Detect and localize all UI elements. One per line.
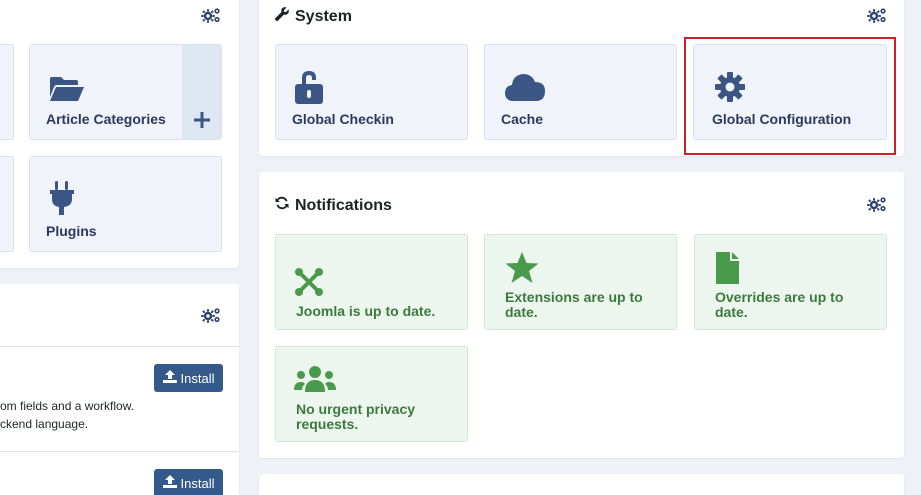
sample-data-description: om fields and a workflow. (0, 399, 135, 413)
users-icon (294, 365, 336, 398)
label-line: Joomla is up to date. (296, 303, 436, 319)
global-checkin-tile[interactable]: Global Checkin (275, 44, 468, 140)
highlight-box (684, 37, 896, 155)
system-title-text: System (295, 7, 352, 25)
plugins-label: Plugins (46, 223, 97, 239)
panel-options-gear-icon[interactable] (200, 6, 222, 24)
notifications-title: Notifications (274, 195, 392, 216)
divider (0, 451, 239, 452)
system-title: System (274, 6, 352, 27)
folder-open-icon (48, 75, 86, 108)
cache-label: Cache (501, 111, 544, 127)
panel-options-gear-icon[interactable] (200, 306, 222, 324)
cloud-icon (504, 72, 546, 107)
star-icon (504, 251, 540, 290)
sample-data-description: ckend language. (0, 417, 89, 431)
label-line: date. (715, 304, 748, 320)
overrides-update-tile[interactable]: Overrides are up to date. (694, 234, 887, 330)
plus-icon (193, 111, 211, 129)
install-button[interactable]: Install (154, 469, 223, 495)
install-button[interactable]: Install (154, 364, 223, 392)
install-label: Install (180, 475, 215, 491)
file-icon (715, 251, 739, 290)
overrides-update-label: Overrides are up to date. (715, 290, 843, 320)
upload-icon (162, 370, 177, 386)
notifications-title-text: Notifications (295, 196, 392, 214)
article-categories-tile[interactable]: Article Categories (29, 44, 222, 140)
global-checkin-label: Global Checkin (292, 111, 394, 127)
extensions-update-label: Extensions are up to date. (505, 290, 643, 320)
label-line: requests. (296, 416, 359, 432)
refresh-icon (274, 195, 290, 216)
panel-options-gear-icon[interactable] (866, 6, 888, 24)
install-label: Install (180, 370, 215, 386)
panel-options-gear-icon[interactable] (866, 195, 888, 213)
wrench-icon (274, 6, 290, 27)
plugins-tile[interactable]: Plugins (29, 156, 222, 252)
label-line: date. (505, 304, 538, 320)
divider (0, 346, 239, 347)
joomla-update-tile[interactable]: Joomla is up to date. (275, 234, 468, 330)
lock-open-icon (294, 69, 326, 110)
page: Article Categories Plugins Install om fi… (0, 0, 921, 495)
extensions-update-tile[interactable]: Extensions are up to date. (484, 234, 677, 330)
joomla-icon (294, 267, 324, 302)
partial-tile-2[interactable] (0, 156, 14, 252)
joomla-update-label: Joomla is up to date. (296, 304, 435, 319)
privacy-requests-label: No urgent privacy requests. (296, 402, 415, 432)
bottom-panel (259, 474, 904, 495)
add-category-button[interactable] (182, 45, 221, 139)
label-line: No urgent privacy (296, 401, 416, 417)
cache-tile[interactable]: Cache (484, 44, 677, 140)
label-line: Overrides are up to (715, 289, 844, 305)
article-categories-label: Article Categories (46, 111, 166, 127)
upload-icon (162, 475, 177, 491)
privacy-requests-tile[interactable]: No urgent privacy requests. (275, 346, 468, 442)
label-line: Extensions are up to (505, 289, 643, 305)
plug-icon (49, 181, 75, 222)
partial-tile-1[interactable] (0, 44, 14, 140)
